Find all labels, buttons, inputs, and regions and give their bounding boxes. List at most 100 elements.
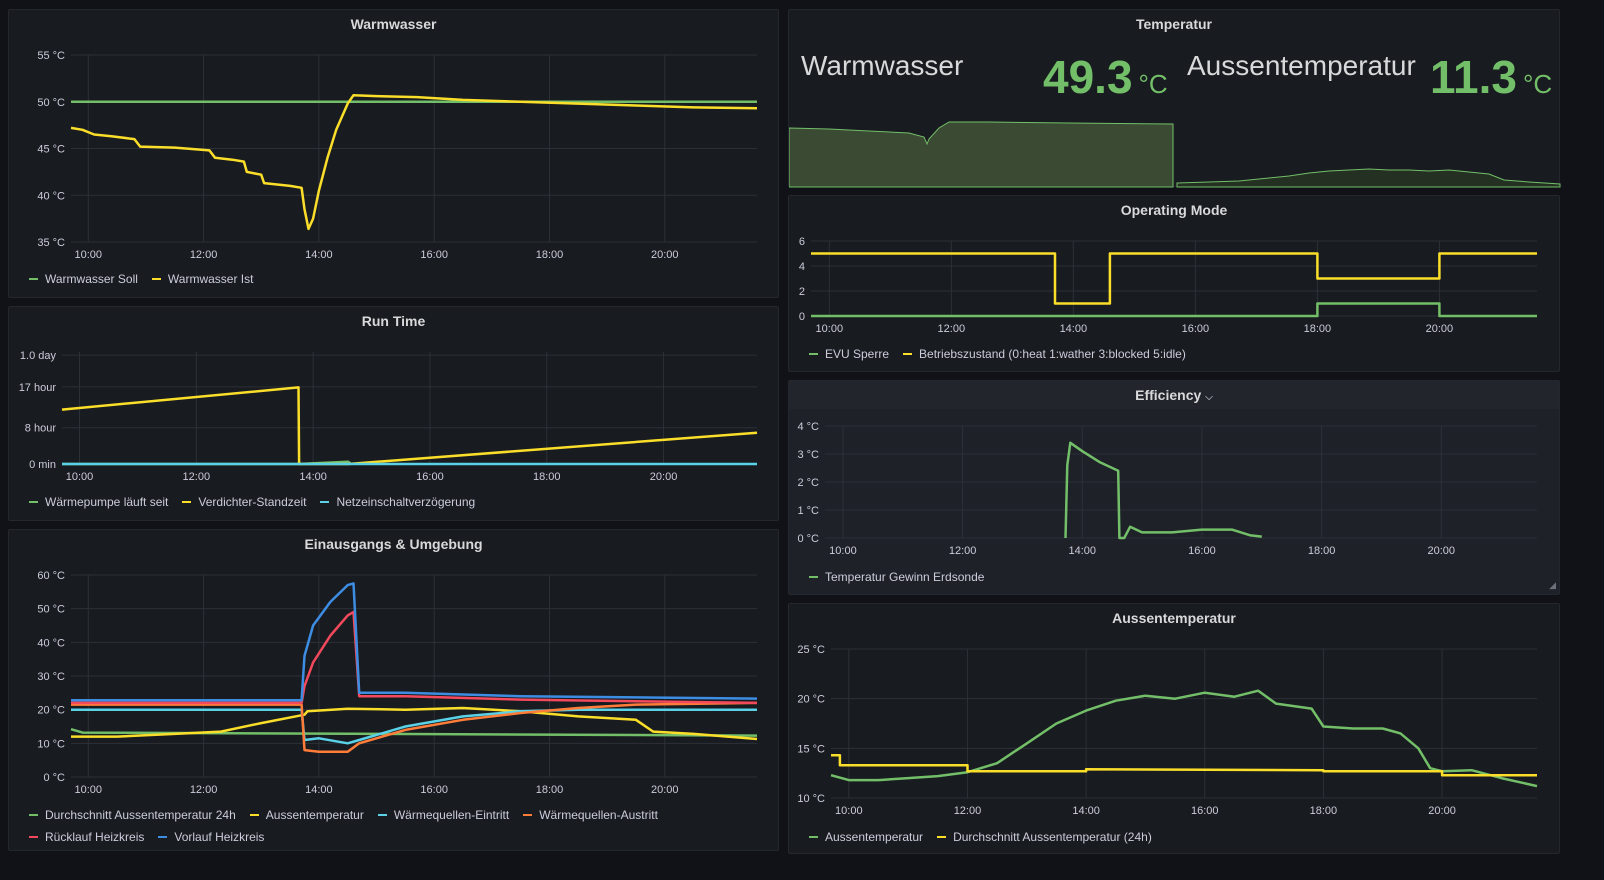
legend-swatch (523, 813, 533, 816)
series-line-1[interactable] (831, 754, 1537, 777)
x-tick-label: 12:00 (183, 471, 211, 483)
x-tick-label: 10:00 (75, 249, 103, 261)
legend-item[interactable]: Aussentemperatur (809, 826, 923, 848)
legend-item[interactable]: Aussentemperatur (249, 804, 364, 826)
legend-item[interactable]: Warmwasser Soll (29, 268, 138, 290)
legend-label: Netzeinschaltverzögerung (336, 495, 476, 509)
stat-value-warmwasser: 49.3 °C (1043, 50, 1168, 104)
legend-label: Vorlauf Heizkreis (174, 830, 265, 844)
y-tick-label: 0 °C (797, 533, 819, 545)
legend-item[interactable]: Wärmepumpe läuft seit (29, 491, 168, 513)
legend-swatch (151, 277, 161, 280)
x-tick-label: 18:00 (533, 471, 561, 483)
y-tick-label: 4 °C (797, 421, 819, 433)
x-tick-label: 20:00 (1428, 545, 1456, 557)
legend-item[interactable]: Netzeinschaltverzögerung (320, 491, 475, 513)
x-tick-label: 14:00 (1072, 805, 1100, 817)
x-tick-label: 16:00 (1191, 805, 1219, 817)
legend-label: Verdichter-Standzeit (198, 495, 307, 509)
x-tick-label: 14:00 (305, 249, 333, 261)
legend-item[interactable]: Verdichter-Standzeit (182, 491, 306, 513)
x-tick-label: 16:00 (420, 784, 448, 796)
x-tick-label: 14:00 (1069, 545, 1097, 557)
legend-label: Wärmepumpe läuft seit (45, 495, 169, 509)
legend-item[interactable]: Temperatur Gewinn Erdsonde (809, 566, 984, 588)
legend-label: Wärmequellen-Austritt (539, 808, 658, 822)
legend-item[interactable]: Durchschnitt Aussentemperatur (24h) (937, 826, 1152, 848)
x-tick-label: 20:00 (1426, 323, 1454, 335)
legend-swatch (29, 835, 38, 838)
series-line-1[interactable] (61, 386, 758, 466)
y-tick-label: 40 °C (37, 637, 65, 649)
series-line-4[interactable] (71, 610, 758, 705)
y-tick-label: 1.0 day (20, 350, 57, 362)
y-tick-label: 20 °C (797, 694, 825, 706)
x-tick-label: 10:00 (829, 545, 857, 557)
warmwasser-sparkline (789, 121, 1174, 188)
y-tick-label: 55 °C (37, 50, 65, 62)
legend-swatch (809, 352, 818, 355)
legend-item[interactable]: Betriebszustand (0:heat 1:wather 3:block… (903, 343, 1186, 365)
series-line-5[interactable] (71, 582, 758, 702)
legend-label: Rücklauf Heizkreis (45, 830, 145, 844)
x-tick-label: 18:00 (536, 784, 564, 796)
legend-item[interactable]: Rücklauf Heizkreis (29, 826, 144, 848)
legend-swatch (29, 277, 38, 280)
runtime-chart[interactable]: 0 min 8 hour 17 hour 1.0 day 10:00 12:00 14:00… (9, 307, 780, 522)
x-tick-label: 12:00 (938, 323, 966, 335)
x-tick-label: 14:00 (1060, 323, 1088, 335)
legend-item[interactable]: Vorlauf Heizkreis (158, 826, 264, 848)
stat-name-warmwasser: Warmwasser (801, 50, 964, 81)
y-tick-label: 2 °C (797, 477, 819, 489)
series-line-1[interactable] (811, 252, 1537, 305)
resize-handle-icon[interactable]: ◢ (1549, 580, 1556, 591)
panel-aussentemperatur: Aussentemperatur 10 °C 15 °C 20 °C 25 °C 10:… (788, 603, 1560, 854)
x-tick-label: 10:00 (75, 784, 103, 796)
y-tick-label: 20 °C (37, 705, 65, 717)
warmwasser-chart[interactable]: 35 °C 40 °C 45 °C 50 °C 55 °C 10:00 12:00 14:00… (9, 10, 780, 299)
panel-runtime: Run Time 0 min 8 hour 17 hour 1.0 day 10:00 1… (8, 306, 779, 521)
stat-number: 49.3 (1043, 51, 1133, 103)
legend-swatch (29, 813, 38, 816)
legend-swatch (182, 500, 192, 503)
x-tick-label: 12:00 (190, 249, 218, 261)
legend-item[interactable]: Durchschnitt Aussentemperatur 24h (29, 804, 236, 826)
aussentemperatur-chart[interactable]: 10 °C 15 °C 20 °C 25 °C 10:00 12:00 14:00 16:00… (789, 604, 1561, 855)
y-tick-label: 40 °C (37, 190, 65, 202)
legend-label: EVU Sperre (825, 347, 890, 361)
legend-swatch (903, 352, 913, 355)
stat-name-aussentemperatur: Aussentemperatur (1187, 50, 1416, 81)
legend-label: Durchschnitt Aussentemperatur (24h) (953, 830, 1152, 844)
legend-label: Aussentemperatur (825, 830, 924, 844)
stat-unit: °C (1138, 69, 1168, 99)
series-line-2[interactable] (71, 708, 757, 745)
y-tick-label: 10 °C (37, 738, 65, 750)
legend-swatch (377, 813, 387, 816)
legend-item[interactable]: Wärmequellen-Austritt (523, 804, 658, 826)
efficiency-chart[interactable]: 0 °C 1 °C 2 °C 3 °C 4 °C 10:00 12:00 14:00 16:00… (789, 381, 1561, 596)
x-tick-label: 10:00 (835, 805, 863, 817)
legend-label: Durchschnitt Aussentemperatur 24h (45, 808, 236, 822)
x-tick-label: 10:00 (816, 323, 844, 335)
x-tick-label: 12:00 (949, 545, 977, 557)
series-line-1[interactable] (70, 93, 758, 231)
legend-item[interactable]: Wärmequellen-Eintritt (377, 804, 509, 826)
y-tick-label: 4 (799, 261, 805, 273)
y-tick-label: 0 °C (43, 772, 65, 784)
x-tick-label: 18:00 (1308, 545, 1336, 557)
legend-item[interactable]: EVU Sperre (809, 343, 889, 365)
panel-temperatur: Temperatur Warmwasser 49.3 °C Aussentempe… (788, 9, 1561, 188)
legend-label: Warmwasser Soll (45, 272, 138, 286)
x-tick-label: 20:00 (651, 784, 679, 796)
legend-item[interactable]: Warmwasser Ist (151, 268, 253, 290)
y-tick-label: 17 hour (19, 382, 57, 394)
y-tick-label: 60 °C (37, 570, 65, 582)
legend-swatch (249, 813, 259, 816)
series-line-0[interactable] (1064, 441, 1262, 540)
x-tick-label: 16:00 (420, 249, 448, 261)
x-tick-label: 18:00 (1304, 323, 1332, 335)
chart-legend: Temperatur Gewinn Erdsonde (809, 566, 998, 588)
series-line-0[interactable] (811, 302, 1537, 318)
stat-number: 11.3 (1430, 51, 1517, 103)
y-tick-label: 2 (799, 286, 805, 298)
